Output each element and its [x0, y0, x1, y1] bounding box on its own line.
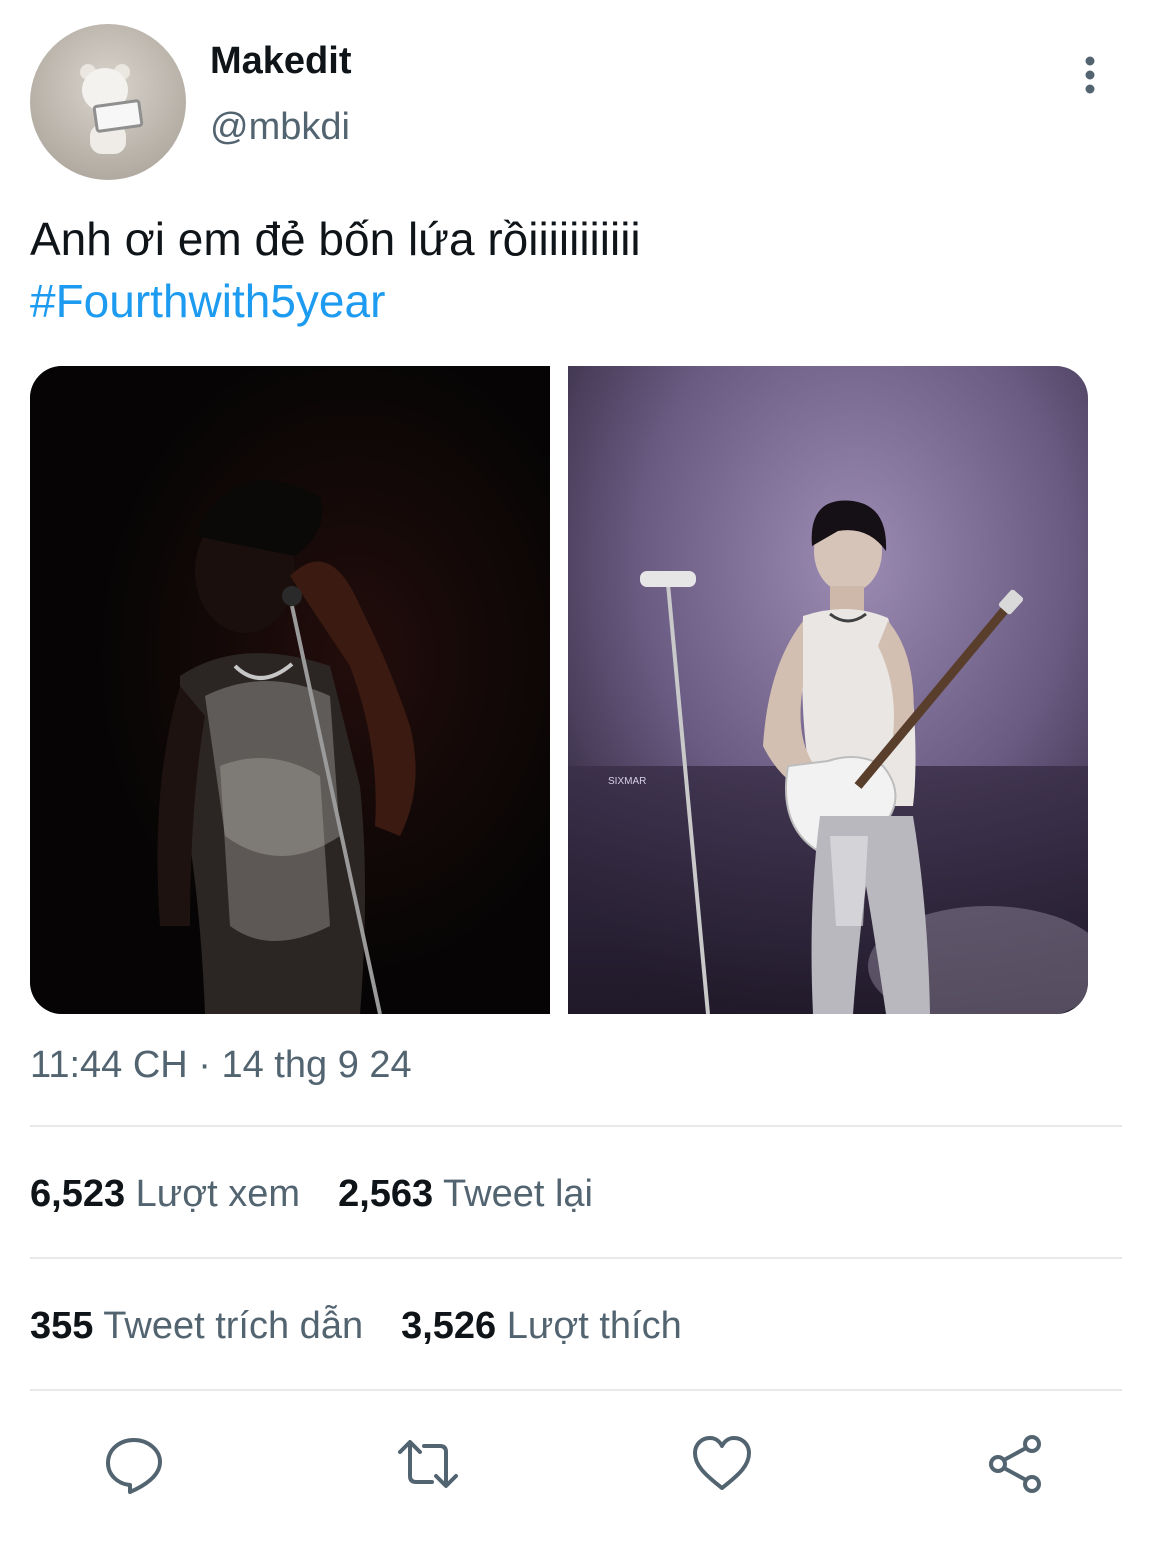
concert-photo-guitar: SIXMAR [568, 366, 1088, 1014]
display-name[interactable]: Makedit [210, 40, 351, 83]
user-handle[interactable]: @mbkdi [210, 106, 350, 149]
likes-label: Lượt thích [506, 1305, 682, 1347]
tweet-photo-1[interactable] [30, 366, 550, 1014]
divider [30, 1125, 1122, 1127]
divider [30, 1257, 1122, 1259]
share-icon [989, 1435, 1041, 1493]
retweets-stat[interactable]: 2,563 Tweet lại [338, 1173, 593, 1216]
photo-watermark: SIXMAR [608, 776, 646, 787]
retweet-icon [398, 1440, 458, 1488]
concert-photo-dark [30, 366, 550, 1014]
quotes-stat[interactable]: 355 Tweet trích dẫn [30, 1305, 363, 1348]
quotes-label: Tweet trích dẫn [103, 1305, 364, 1347]
reply-icon [106, 1438, 162, 1494]
more-options-button[interactable] [1070, 52, 1110, 98]
tweet-photo-2[interactable]: SIXMAR [568, 366, 1088, 1014]
views-stat: 6,523 Lượt xem [30, 1173, 300, 1216]
share-button[interactable] [984, 1432, 1048, 1496]
stats-row-1: 6,523 Lượt xem 2,563 Tweet lại [30, 1173, 593, 1216]
retweets-count: 2,563 [338, 1173, 434, 1215]
stats-row-2: 355 Tweet trích dẫn 3,526 Lượt thích [30, 1305, 682, 1348]
like-button[interactable] [690, 1432, 754, 1496]
avatar[interactable] [30, 24, 186, 180]
more-vertical-icon [1085, 56, 1095, 94]
tweet-text: Anh ơi em đẻ bốn lứa rồiiiiiiiiiii [30, 213, 641, 265]
divider [30, 1389, 1122, 1391]
action-bar [0, 1420, 1152, 1510]
quotes-count: 355 [30, 1305, 94, 1347]
like-icon [693, 1436, 751, 1490]
likes-stat[interactable]: 3,526 Lượt thích [401, 1305, 682, 1348]
retweets-label: Tweet lại [443, 1173, 593, 1215]
hashtag-link[interactable]: #Fourthwith5year [30, 270, 385, 332]
retweet-button[interactable] [396, 1432, 460, 1496]
media-grid: SIXMAR [30, 366, 1088, 1014]
reply-button[interactable] [102, 1432, 166, 1496]
likes-count: 3,526 [401, 1305, 497, 1347]
views-count: 6,523 [30, 1173, 126, 1215]
views-label: Lượt xem [135, 1173, 301, 1215]
tweet-timestamp[interactable]: 11:44 CH · 14 thg 9 24 [30, 1044, 412, 1087]
avatar-tray [92, 98, 144, 134]
